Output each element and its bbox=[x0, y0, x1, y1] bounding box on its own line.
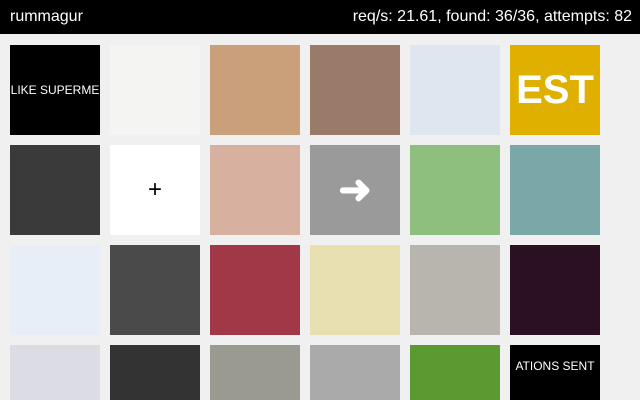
image-thumbnail[interactable] bbox=[410, 45, 500, 135]
thumbnail-text: ATIONS SENT bbox=[515, 359, 595, 373]
stats-readout: req/s: 21.61, found: 36/36, attempts: 82 bbox=[352, 8, 632, 25]
app-title: rummagur bbox=[10, 8, 83, 25]
image-thumbnail[interactable] bbox=[110, 45, 200, 135]
image-thumbnail[interactable] bbox=[510, 245, 600, 335]
image-thumbnail[interactable] bbox=[110, 345, 200, 400]
thumbnail-text: + bbox=[147, 176, 162, 203]
image-thumbnail[interactable] bbox=[10, 245, 100, 335]
image-thumbnail[interactable] bbox=[410, 245, 500, 335]
image-thumbnail[interactable] bbox=[210, 145, 300, 235]
image-grid: LIKE SUPERME EST + ➜ ATIONS SENT bbox=[0, 34, 640, 400]
thumbnail-text: ➜ bbox=[338, 168, 372, 212]
image-thumbnail[interactable]: LIKE SUPERME bbox=[10, 45, 100, 135]
image-thumbnail[interactable]: ATIONS SENT bbox=[510, 345, 600, 400]
image-thumbnail[interactable] bbox=[410, 345, 500, 400]
image-thumbnail[interactable]: ➜ bbox=[310, 145, 400, 235]
thumbnail-text: EST bbox=[516, 67, 594, 112]
header-bar: rummagur req/s: 21.61, found: 36/36, att… bbox=[0, 0, 640, 34]
image-thumbnail[interactable] bbox=[210, 245, 300, 335]
image-thumbnail[interactable] bbox=[10, 145, 100, 235]
image-thumbnail[interactable] bbox=[310, 45, 400, 135]
image-thumbnail[interactable] bbox=[310, 345, 400, 400]
image-thumbnail[interactable]: EST bbox=[510, 45, 600, 135]
image-thumbnail[interactable] bbox=[210, 345, 300, 400]
image-thumbnail[interactable]: + bbox=[110, 145, 200, 235]
image-thumbnail[interactable] bbox=[210, 45, 300, 135]
image-thumbnail[interactable] bbox=[10, 345, 100, 400]
image-thumbnail[interactable] bbox=[310, 245, 400, 335]
thumbnail-text: LIKE SUPERME bbox=[10, 83, 100, 97]
image-thumbnail[interactable] bbox=[410, 145, 500, 235]
image-thumbnail[interactable] bbox=[510, 145, 600, 235]
image-thumbnail[interactable] bbox=[110, 245, 200, 335]
